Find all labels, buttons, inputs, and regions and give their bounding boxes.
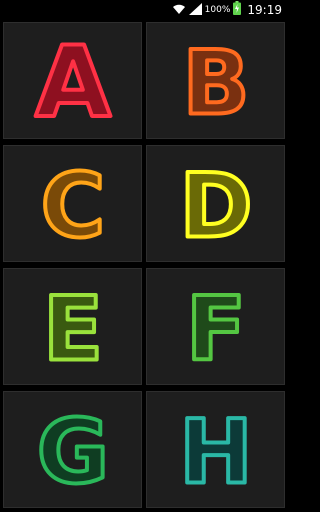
tile-letter-b[interactable]: B B xyxy=(146,22,285,139)
letter-e-glyph: E E xyxy=(40,277,104,377)
letter-b-outline: B xyxy=(182,31,249,131)
battery-percentage: 100% xyxy=(204,4,231,15)
letter-f-outline: F xyxy=(185,277,245,377)
letter-d-outline: D xyxy=(179,154,252,254)
status-bar: 100% 19:19 xyxy=(0,0,288,19)
letter-c-outline: C xyxy=(40,154,105,254)
letter-a-glyph: A A xyxy=(33,31,113,131)
wifi-icon xyxy=(172,0,186,19)
letter-h-outline: H xyxy=(179,400,253,500)
tile-letter-f[interactable]: F F xyxy=(146,268,285,385)
letter-g-glyph: G G xyxy=(34,400,110,500)
letter-a-outline: A xyxy=(35,31,111,131)
letter-f-glyph: F F xyxy=(183,277,247,377)
tile-letter-d[interactable]: D D xyxy=(146,145,285,262)
clock: 19:19 xyxy=(247,2,282,17)
letter-e-outline: E xyxy=(42,277,102,377)
letter-g-outline: G xyxy=(36,400,108,500)
status-icons: 100% 19:19 xyxy=(172,0,282,19)
tile-letter-g[interactable]: G G xyxy=(3,391,142,508)
letter-c-glyph: C C xyxy=(38,154,107,254)
tile-letter-c[interactable]: C C xyxy=(3,145,142,262)
letter-h-glyph: H H xyxy=(177,400,255,500)
tile-letter-e[interactable]: E E xyxy=(3,268,142,385)
battery-charging-icon xyxy=(233,0,242,19)
letter-b-glyph: B B xyxy=(180,31,251,131)
signal-icon xyxy=(188,0,202,19)
tile-letter-a[interactable]: A A xyxy=(3,22,142,139)
letter-grid: A A B B C C D D E E F F G G H H xyxy=(0,19,288,512)
letter-d-glyph: D D xyxy=(177,154,254,254)
tile-letter-h[interactable]: H H xyxy=(146,391,285,508)
